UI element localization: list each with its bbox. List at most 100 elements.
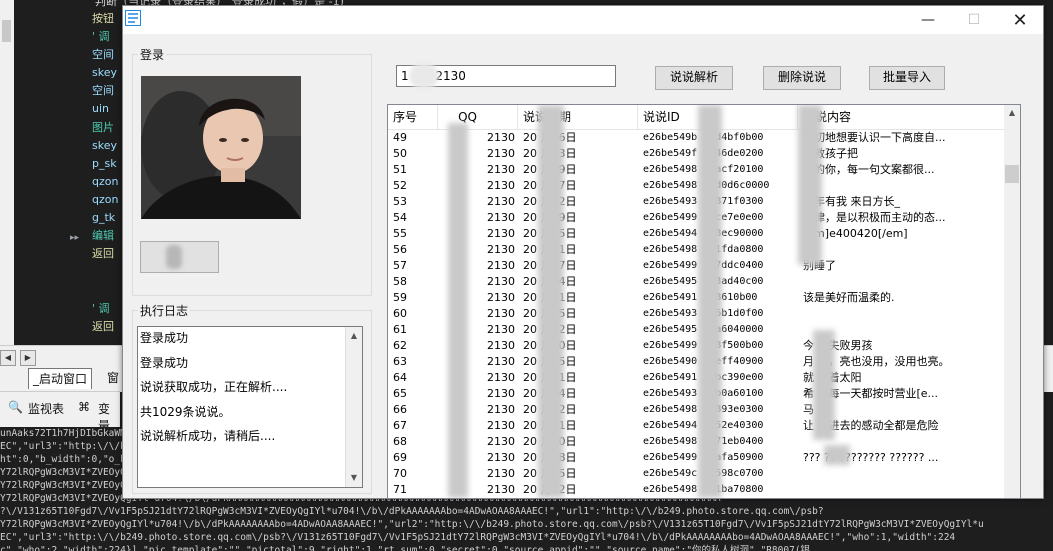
column-header-content[interactable]: 说说内容 <box>798 105 1004 129</box>
ide-code-line: ' 调 <box>92 301 110 315</box>
shuoshuo-table[interactable]: 序号 QQ 说说日期 说说ID 说说内容 49213020 月06日e26be5… <box>387 104 1021 499</box>
cell-content: [em]e400420[/em] <box>803 227 908 240</box>
ide-code-line: 空间 <box>92 84 114 98</box>
maximize-button[interactable]: ☐ <box>951 6 997 34</box>
delete-shuoshuo-button[interactable]: 删除说说 <box>763 66 841 90</box>
log-line: 说说解析成功，请稍后.... <box>140 429 276 443</box>
cell-date: 20 月15日 <box>523 467 577 480</box>
scroll-thumb[interactable] <box>1005 165 1019 183</box>
table-row[interactable]: 53213020 月22日e26be5493 5d871f0300年年有我 来日… <box>388 194 1004 210</box>
table-row[interactable]: 61213020 月22日e26be5495 5da6040000 <box>388 322 1004 338</box>
cell-content: 年的你，每一句文案都很... <box>803 163 935 176</box>
table-row[interactable]: 63213020 月15日e26be5490 5deff40900月 亮，亮也没… <box>388 354 1004 370</box>
table-row[interactable]: 69213020 月18日e26be5499 5dafa50900??? ?? … <box>388 450 1004 466</box>
table-row[interactable]: 62213020 月20日e26be5499 5d8f500b00今 杂失败男孩 <box>388 338 1004 354</box>
cell-date: 20 月18日 <box>523 451 577 464</box>
ide-code-line: skey <box>92 66 117 80</box>
watch-tab[interactable]: 监视表 <box>28 400 64 417</box>
ide-code-line <box>92 281 122 299</box>
scroll-up-icon[interactable]: ▲ <box>346 329 362 343</box>
log-scrollbar[interactable]: ▲ ▼ <box>345 327 362 487</box>
scroll-thumb[interactable] <box>2 20 11 42</box>
app-icon <box>125 10 141 26</box>
table-row[interactable]: 55213020 月15日e26be5494 5d8ec90000[em]e40… <box>388 226 1004 242</box>
table-row[interactable]: 56213020 月11日e26be5498 5d1fda0800 <box>388 242 1004 258</box>
redaction-blur <box>698 105 722 498</box>
redaction-blur <box>538 105 564 498</box>
login-group-title: 登录 <box>138 46 167 63</box>
ide-code-lines: 按钮 ' 调空间 skey 空间 uin 图片 skey p_sk qzon qzon g_tk 编辑… <box>92 0 122 345</box>
cell-index: 62 <box>393 339 407 352</box>
cell-index: 58 <box>393 275 407 288</box>
table-row[interactable]: 50213020 月03日e26be549f 5d46de0200救救孩子把 <box>388 146 1004 162</box>
table-row[interactable]: 71213020 月12日e26be5498 5d1ba70800 <box>388 482 1004 498</box>
table-row[interactable]: 57213020 月07日e26be5499 5d7ddc0400别睡了 <box>388 258 1004 274</box>
table-scrollbar[interactable]: ▲ <box>1004 105 1020 498</box>
cell-content <box>798 178 1004 194</box>
ide-debug-bar: 🔍 监视表 ⌘ 变量 <box>0 391 120 433</box>
redaction-blur <box>409 63 439 89</box>
scroll-left-icon[interactable]: ◀ <box>0 350 16 366</box>
cell-index: 70 <box>393 467 407 480</box>
minimize-button[interactable]: — <box>905 6 951 34</box>
redaction-blur <box>824 445 850 465</box>
app-window: — ☐ ✕ 登录 执行日志 登录成功 登录成功 说说获取成功，正在解析.... 共10… <box>122 5 1044 499</box>
cell-content <box>798 466 1004 482</box>
table-row[interactable]: 65213020 月04日e26be5493 5db0a60100希 情每一天都… <box>388 386 1004 402</box>
ide-hscroll[interactable]: ◀ ▶ <box>0 349 120 366</box>
table-row[interactable]: 64213020 月11日e26be5491 5dbc390e00就 晒着太阳 <box>388 370 1004 386</box>
column-header-date[interactable]: 说说日期 <box>518 105 638 129</box>
table-row[interactable]: 51213020 月29日e26be5498 5dacf20100年的你，每一句… <box>388 162 1004 178</box>
cell-date: 20 月03日 <box>523 147 577 160</box>
title-bar[interactable]: — ☐ ✕ <box>123 6 1043 34</box>
ide-code-line: qzon <box>92 174 119 188</box>
table-row[interactable]: 59213020 月01日e26be5491 5d8610b00该是美好而温柔的… <box>388 290 1004 306</box>
ide-code-line: 空间 <box>92 48 114 62</box>
cell-date: 20 月20日 <box>523 435 577 448</box>
cell-content <box>798 274 1004 290</box>
cell-index: 53 <box>393 195 407 208</box>
table-row[interactable]: 68213020 月20日e26be5498 5d71eb0400 <box>388 434 1004 450</box>
table-row[interactable]: 52213020 月27日e26be5498 5dd0d6c0000 <box>388 178 1004 194</box>
output-line: Y72lRQPgW3cM3VI*ZVEOyQgIYl*u704!\/b\/dPk… <box>0 519 984 530</box>
cell-content <box>798 306 1004 322</box>
column-header-index[interactable]: 序号 <box>388 105 438 129</box>
cell-index: 57 <box>393 259 407 272</box>
ide-left-scrollbar[interactable] <box>0 0 15 345</box>
ide-code-line: skey <box>92 138 117 152</box>
cell-index: 50 <box>393 147 407 160</box>
table-row[interactable]: 60213020 月25日e26be5493 5d6b1d0f00 <box>388 306 1004 322</box>
batch-import-button[interactable]: 批量导入 <box>869 66 945 90</box>
tab-next-window[interactable]: 窗 <box>107 368 119 388</box>
cell-date: 20 月04日 <box>523 387 577 400</box>
table-row[interactable]: 49213020 月06日e26be549b 5dd4bf0b00急切地想要认识… <box>388 130 1004 146</box>
scroll-down-icon[interactable]: ▼ <box>346 471 362 485</box>
fold-marker-icon[interactable]: ▸▸ <box>70 233 79 243</box>
table-row[interactable]: 58213020 月04日e26be5495 5d3ad40c00 <box>388 274 1004 290</box>
close-button[interactable]: ✕ <box>997 6 1043 34</box>
output-line: c","who":2,"width":224}],"pic_template":… <box>0 545 811 551</box>
scroll-up-icon[interactable]: ▲ <box>1004 108 1020 117</box>
ide-code-line: 编辑 <box>92 229 114 243</box>
cell-index: 65 <box>393 387 407 400</box>
table-row[interactable]: 67213020 月21日e26be5494 5d52e40300让 陷进去的感… <box>388 418 1004 434</box>
tab-start-window[interactable]: _启动窗口 <box>28 368 93 389</box>
log-textbox[interactable]: 登录成功 登录成功 说说获取成功，正在解析.... 共1029条说说。 说说解析成功，请… <box>137 326 363 488</box>
table-row[interactable]: 54213020 月19日e26be5499 5dce7e0e00自律，是以积极… <box>388 210 1004 226</box>
ide-code-line: qzon <box>92 192 119 206</box>
cell-content: 救救孩子把 <box>803 147 858 160</box>
table-row[interactable]: 66213020 月02日e26be5498 5d893e0300马 东 <box>388 402 1004 418</box>
cell-index: 71 <box>393 483 407 496</box>
scroll-right-icon[interactable]: ▶ <box>19 350 36 366</box>
redaction-blur <box>813 330 835 440</box>
cell-index: 59 <box>393 291 407 304</box>
cell-date: 20 月29日 <box>523 163 577 176</box>
cell-index: 51 <box>393 163 407 176</box>
parse-shuoshuo-button[interactable]: 说说解析 <box>655 66 733 90</box>
ide-code-line: g_tk <box>92 211 116 225</box>
table-row[interactable]: 70213020 月15日e26be549c 5d598c0700 <box>388 466 1004 482</box>
cell-content: 自律，是以积极而主动的态... <box>803 211 946 224</box>
avatar-action-button[interactable] <box>140 241 219 273</box>
cell-index: 69 <box>393 451 407 464</box>
cell-date: 20 月22日 <box>523 323 577 336</box>
